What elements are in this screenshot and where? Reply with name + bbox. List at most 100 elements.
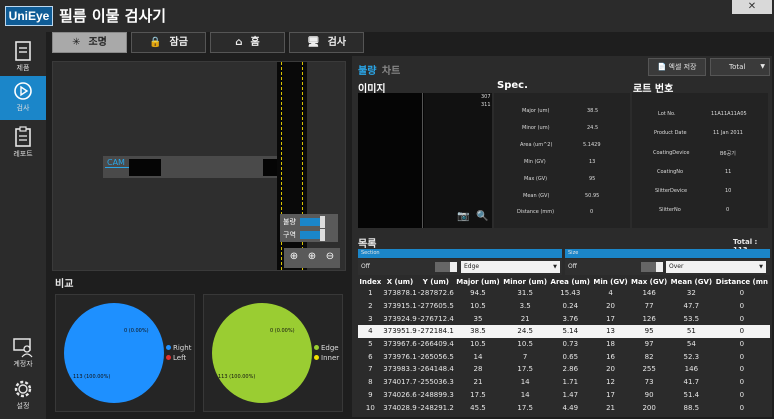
table-cell: 10.5 xyxy=(517,340,533,349)
sidebar-item-report[interactable]: 레포트 xyxy=(0,122,46,166)
column-header[interactable]: Major (um) xyxy=(454,277,501,287)
section-filter-toggle[interactable] xyxy=(435,262,457,272)
zoom-in-icon[interactable]: ⊕ xyxy=(305,251,319,265)
table-cell: 0 xyxy=(739,302,745,311)
table-cell: 21 xyxy=(520,314,530,323)
legend-item: Inner xyxy=(314,354,339,362)
table-cell: 17 xyxy=(606,390,615,399)
table-cell: 16 xyxy=(606,352,615,361)
defect-image: 📷 🔍 xyxy=(358,93,492,228)
column-header[interactable]: X (um) xyxy=(383,277,418,287)
table-cell: 17.5 xyxy=(517,403,533,412)
close-button[interactable]: ✕ xyxy=(732,0,772,14)
column-header[interactable]: Min (GV) xyxy=(592,277,630,287)
filter-off-label: Off xyxy=(568,263,577,270)
column-header[interactable]: Max (GV) xyxy=(629,277,669,287)
sidebar-item-product[interactable]: 제품 xyxy=(0,36,46,80)
sidebar-item-inspect[interactable]: 검사 xyxy=(0,76,46,120)
pie-slice-edge xyxy=(212,303,312,403)
sidebar-item-settings[interactable]: 설정 xyxy=(0,374,46,418)
defect-toggle-label: 불량 xyxy=(283,218,296,226)
table-cell: 0 xyxy=(713,325,770,338)
column-header[interactable]: Mean (GV) xyxy=(669,277,714,287)
lock-button[interactable]: 🔒 잠금 xyxy=(131,32,206,53)
section-filter-header: Section xyxy=(358,249,562,258)
toggle-switch[interactable] xyxy=(300,231,322,239)
total-dropdown[interactable]: Total ▼ xyxy=(710,58,770,76)
zoom-out-icon[interactable]: ⊖ xyxy=(323,251,337,265)
section-select[interactable]: Edge ▼ xyxy=(461,261,560,273)
table-cell: 373878.1 xyxy=(383,289,417,298)
filter-off-label: Off xyxy=(361,263,370,270)
spec-value: 95 xyxy=(589,176,596,182)
table-row[interactable]: 2 373915.1 -277605.5 10.5 3.5 0.24 20 77 47.7 0 xyxy=(358,300,770,313)
table-cell: 88.5 xyxy=(683,403,700,412)
size-select[interactable]: Over ▼ xyxy=(666,261,766,273)
table-cell: -255036.3 xyxy=(417,378,454,387)
table-cell: 374026.6 xyxy=(383,390,417,399)
size-filter-toggle[interactable] xyxy=(641,262,663,272)
tab-chart[interactable]: 차트 xyxy=(382,66,400,77)
lot-key: Product Date xyxy=(654,130,687,136)
table-row[interactable]: 7 373983.3 -264148.4 28 17.5 2.86 20 255 146 0 xyxy=(358,363,770,376)
table-cell: 373983.3 xyxy=(383,365,417,374)
table-cell: 17 xyxy=(606,314,615,323)
inspect-button[interactable]: 🖥 검사 xyxy=(289,32,364,53)
table-cell: 20 xyxy=(606,302,615,311)
spec-key: Max (GV) xyxy=(524,176,548,182)
legend-item: Edge xyxy=(314,344,339,352)
column-header[interactable]: Area (um) xyxy=(549,277,592,287)
home-button[interactable]: ⌂ 홈 xyxy=(210,32,285,53)
table-row[interactable]: 5 373967.6 -266409.4 10.5 10.5 0.73 18 97 54 0 xyxy=(358,338,770,351)
toggle-switch[interactable] xyxy=(300,218,322,226)
table-cell: -266409.4 xyxy=(417,340,454,349)
lot-key: Lot No. xyxy=(658,111,676,117)
document-icon xyxy=(15,41,31,61)
table-row[interactable]: 10 374028.9 -248291.2 45.5 17.5 4.49 21 200 88.5… xyxy=(358,401,770,414)
table-cell: 373924.9 xyxy=(383,314,417,323)
table-cell: -276712.4 xyxy=(417,314,454,323)
lock-icon: 🔒 xyxy=(149,37,162,48)
compare-title: 비교 xyxy=(55,279,74,290)
table-cell: 10 xyxy=(365,403,375,412)
table-cell: 374028.9 xyxy=(383,403,417,412)
search-icon[interactable]: 🔍 xyxy=(476,211,488,222)
camera-icon[interactable]: 📷 xyxy=(457,211,469,222)
table-cell: 13 xyxy=(591,325,630,338)
home-icon: ⌂ xyxy=(235,37,243,48)
zoom-fit-icon[interactable]: ⊕ xyxy=(287,251,301,265)
region-toggle[interactable]: 구역 xyxy=(283,229,337,241)
sidebar-item-account[interactable]: 계정자 xyxy=(0,332,46,376)
table-cell: 77 xyxy=(644,302,654,311)
column-header[interactable]: Minor (um) xyxy=(502,277,549,287)
tab-defect[interactable]: 불량 xyxy=(358,66,376,77)
table-row[interactable]: 6 373976.1 -265056.5 14 7 0.65 16 82 52.3 0 xyxy=(358,350,770,363)
column-header[interactable]: Index xyxy=(358,277,383,287)
table-cell: 373951.9 xyxy=(382,325,418,338)
table-cell: 14 xyxy=(520,378,530,387)
pie-label: 113 (100.00%) xyxy=(218,374,256,380)
table-cell: -265056.5 xyxy=(417,352,454,361)
light-button[interactable]: ✳ 조명 xyxy=(52,32,127,53)
table-cell: 14 xyxy=(520,390,530,399)
table-row[interactable]: 1 373878.1 -287872.6 94.5 31.5 15.43 4 146 32 0 xyxy=(358,287,770,300)
table-row[interactable]: 8 374017.7 -255036.3 21 14 1.71 12 73 41.7 0 xyxy=(358,376,770,389)
table-cell: 3 xyxy=(368,314,373,323)
spec-key: Minor (um) xyxy=(522,125,550,131)
excel-save-button[interactable]: 📄 엑셀 저장 xyxy=(648,58,706,76)
table-row[interactable]: 9 374026.6 -248899.3 17.5 14 1.47 17 90 51.4 0 xyxy=(358,389,770,402)
defect-toggle[interactable]: 불량 xyxy=(283,216,337,228)
column-header[interactable]: Y (um) xyxy=(417,277,454,287)
spec-key: Distance (mm) xyxy=(517,209,555,215)
image-readout: 307 311 xyxy=(481,94,491,108)
lot-panel: Lot No. 11A11A11A05 Product Date 11 Jan 20… xyxy=(632,93,768,228)
column-header[interactable]: Distance (mn xyxy=(714,277,770,287)
table-cell: 10.5 xyxy=(470,302,486,311)
table-row[interactable]: 4 373951.9 -272184.1 38.5 24.5 5.14 13 95 51 0 xyxy=(358,325,770,338)
lot-key: SlitterDevice xyxy=(655,188,688,194)
spec-value: 13 xyxy=(589,159,596,165)
cam-label: CAM xyxy=(107,158,125,167)
sidebar-item-label: 검사 xyxy=(16,104,30,112)
camera-view[interactable]: CAM 불량 구역 ⊕ ⊕ ⊖ xyxy=(52,61,346,271)
table-row[interactable]: 3 373924.9 -276712.4 35 21 3.76 17 126 53.5 0 xyxy=(358,312,770,325)
